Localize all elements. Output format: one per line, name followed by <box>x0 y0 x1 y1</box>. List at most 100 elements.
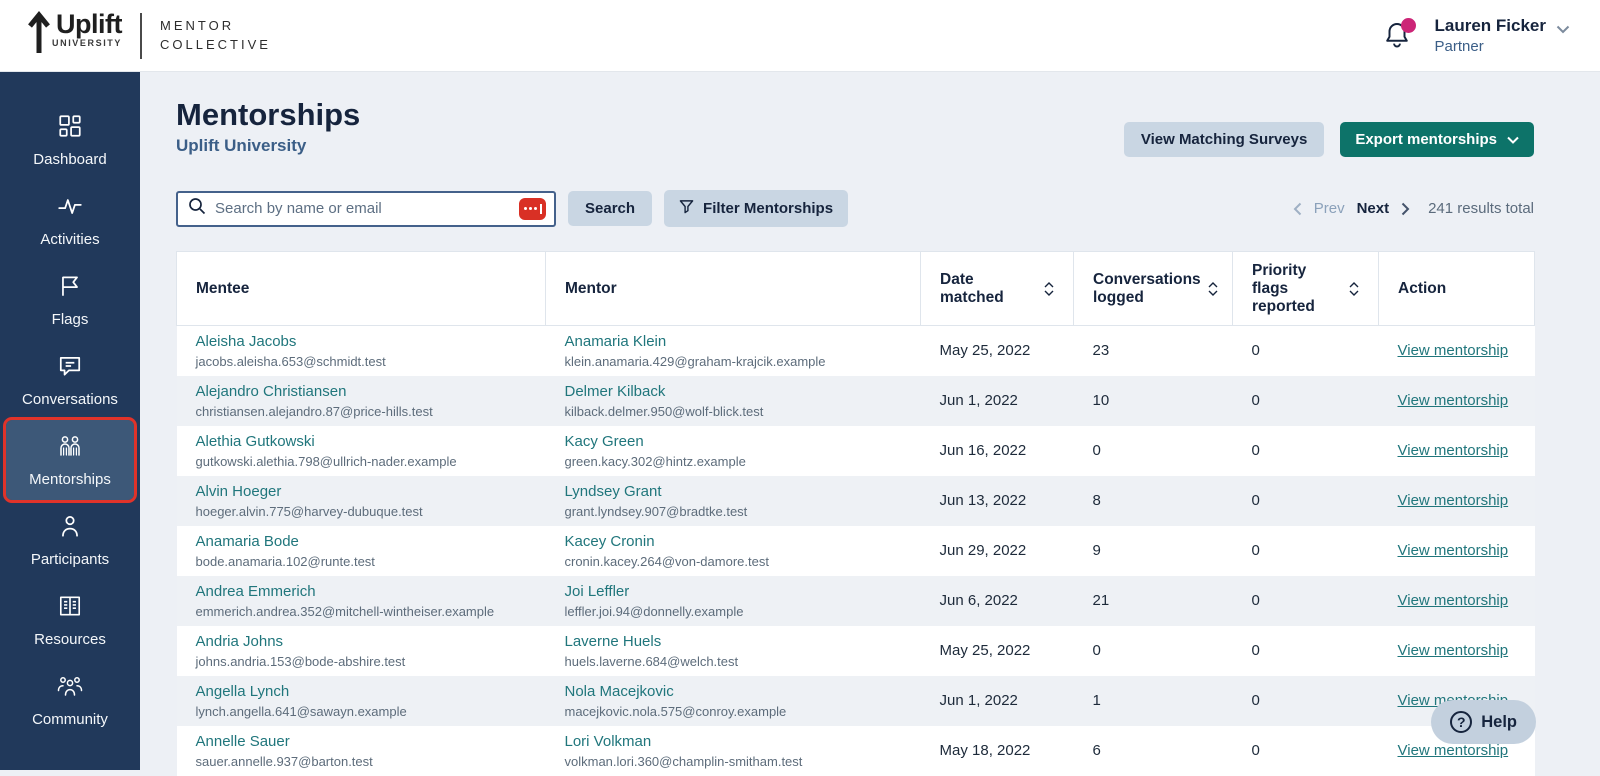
mentor-email: macejkovic.nola.575@conroy.example <box>565 703 902 721</box>
mentor-name-link[interactable]: Lyndsey Grant <box>565 482 902 502</box>
column-header-conversations-logged[interactable]: Conversations logged <box>1074 252 1233 326</box>
view-mentorship-link[interactable]: View mentorship <box>1398 542 1509 559</box>
mentee-name-link[interactable]: Alethia Gutkowski <box>196 432 527 452</box>
mentee-name-link[interactable]: Andria Johns <box>196 632 527 652</box>
date-matched-value: Jun 13, 2022 <box>940 492 1027 509</box>
mentee-cell: Andria Johns johns.andria.153@bode-abshi… <box>177 626 546 676</box>
mentor-name-link[interactable]: Delmer Kilback <box>565 382 902 402</box>
mentorships-table: MenteeMentorDate matchedConversations lo… <box>176 251 1535 776</box>
mentor-name-link[interactable]: Joi Leffler <box>565 582 902 602</box>
mentee-email: sauer.annelle.937@barton.test <box>196 753 527 771</box>
action-cell: View mentorship <box>1379 376 1535 426</box>
priority-flags-cell: 0 <box>1233 476 1379 526</box>
mentor-name-link[interactable]: Kacy Green <box>565 432 902 452</box>
column-label: Priority flags reported <box>1252 262 1342 316</box>
page-title: Mentorships <box>176 96 360 134</box>
page-subtitle: Uplift University <box>176 134 360 158</box>
mentor-email: grant.lyndsey.907@bradtke.test <box>565 503 902 521</box>
mentee-name-link[interactable]: Anamaria Bode <box>196 532 527 552</box>
sort-icon[interactable] <box>1349 282 1359 296</box>
chevron-left-icon[interactable] <box>1293 202 1302 216</box>
date-matched-value: Jun 1, 2022 <box>940 392 1018 409</box>
date-matched-cell: May 18, 2022 <box>921 726 1074 776</box>
next-page-button[interactable]: Next <box>1357 200 1390 217</box>
column-header-date-matched[interactable]: Date matched <box>921 252 1074 326</box>
table-header-row: MenteeMentorDate matchedConversations lo… <box>177 252 1535 326</box>
help-button[interactable]: Help <box>1431 700 1536 744</box>
sidebar-item-flags[interactable]: Flags <box>0 260 140 340</box>
view-mentorship-link[interactable]: View mentorship <box>1398 742 1509 759</box>
mentee-email: bode.anamaria.102@runte.test <box>196 553 527 571</box>
filter-mentorships-button[interactable]: Filter Mentorships <box>664 190 848 227</box>
sidebar-item-activities[interactable]: Activities <box>0 180 140 260</box>
date-matched-value: May 25, 2022 <box>940 642 1031 659</box>
mentor-cell: Lyndsey Grant grant.lyndsey.907@bradtke.… <box>546 476 921 526</box>
chevron-right-icon[interactable] <box>1401 202 1410 216</box>
action-cell: View mentorship <box>1379 476 1535 526</box>
search-input[interactable] <box>215 200 510 217</box>
mentee-name-link[interactable]: Alvin Hoeger <box>196 482 527 502</box>
user-menu[interactable]: Lauren Ficker Partner <box>1435 15 1571 57</box>
mentor-email: klein.anamaria.429@graham-krajcik.exampl… <box>565 353 902 371</box>
sidebar-item-dashboard[interactable]: Dashboard <box>0 100 140 180</box>
conversations-cell: 23 <box>1074 326 1233 377</box>
view-mentorship-link[interactable]: View mentorship <box>1398 592 1509 609</box>
mentee-name-link[interactable]: Alejandro Christiansen <box>196 382 527 402</box>
mentee-name-link[interactable]: Angella Lynch <box>196 682 527 702</box>
priority-flags-value: 0 <box>1252 642 1260 659</box>
export-mentorships-button[interactable]: Export mentorships <box>1340 122 1534 157</box>
table-row: Annelle Sauer sauer.annelle.937@barton.t… <box>177 726 1535 776</box>
sort-icon[interactable] <box>1044 282 1054 296</box>
conversations-cell: 1 <box>1074 676 1233 726</box>
view-mentorship-link[interactable]: View mentorship <box>1398 642 1509 659</box>
conversations-value: 21 <box>1093 592 1110 609</box>
view-mentorship-link[interactable]: View mentorship <box>1398 342 1509 359</box>
mentee-name-link[interactable]: Annelle Sauer <box>196 732 527 752</box>
mentorships-people-icon <box>56 433 84 464</box>
date-matched-value: Jun 1, 2022 <box>940 692 1018 709</box>
mentee-email: christiansen.alejandro.87@price-hills.te… <box>196 403 527 421</box>
view-mentorship-link[interactable]: View mentorship <box>1398 492 1509 509</box>
sidebar-item-resources[interactable]: Resources <box>0 580 140 660</box>
mentee-cell: Aleisha Jacobs jacobs.aleisha.653@schmid… <box>177 326 546 377</box>
mentee-name-link[interactable]: Andrea Emmerich <box>196 582 527 602</box>
sidebar-item-conversations[interactable]: Conversations <box>0 340 140 420</box>
action-cell: View mentorship <box>1379 426 1535 476</box>
priority-flags-value: 0 <box>1252 742 1260 759</box>
view-mentorship-link[interactable]: View mentorship <box>1398 442 1509 459</box>
mentee-cell: Annelle Sauer sauer.annelle.937@barton.t… <box>177 726 546 776</box>
priority-flags-cell: 0 <box>1233 326 1379 377</box>
mentor-name-link[interactable]: Kacey Cronin <box>565 532 902 552</box>
mentee-email: jacobs.aleisha.653@schmidt.test <box>196 353 527 371</box>
conversations-cell: 21 <box>1074 576 1233 626</box>
sidebar-item-community[interactable]: Community <box>0 660 140 740</box>
notifications-bell-icon[interactable] <box>1383 20 1413 52</box>
mentee-name-link[interactable]: Aleisha Jacobs <box>196 332 527 352</box>
view-matching-surveys-button[interactable]: View Matching Surveys <box>1124 122 1324 157</box>
action-cell: View mentorship <box>1379 626 1535 676</box>
prev-page-button[interactable]: Prev <box>1314 200 1345 217</box>
sidebar-item-participants[interactable]: Participants <box>0 500 140 580</box>
action-cell: View mentorship <box>1379 576 1535 626</box>
table-row: Andria Johns johns.andria.153@bode-abshi… <box>177 626 1535 676</box>
column-header-priority-flags-reported[interactable]: Priority flags reported <box>1233 252 1379 326</box>
mentor-name-link[interactable]: Nola Macejkovic <box>565 682 902 702</box>
mentor-name-link[interactable]: Laverne Huels <box>565 632 902 652</box>
date-matched-cell: Jun 13, 2022 <box>921 476 1074 526</box>
view-mentorship-link[interactable]: View mentorship <box>1398 392 1509 409</box>
search-button[interactable]: Search <box>568 191 652 226</box>
mentor-collective-logo: MENTOR COLLECTIVE <box>160 17 271 55</box>
person-icon <box>57 513 83 544</box>
mentor-cell: Nola Macejkovic macejkovic.nola.575@conr… <box>546 676 921 726</box>
autofill-extension-icon[interactable] <box>519 198 546 220</box>
sort-icon[interactable] <box>1208 282 1218 296</box>
mentor-name-link[interactable]: Lori Volkman <box>565 732 902 752</box>
priority-flags-cell: 0 <box>1233 676 1379 726</box>
conversations-cell: 0 <box>1074 626 1233 676</box>
mentor-name-link[interactable]: Anamaria Klein <box>565 332 902 352</box>
column-header-action: Action <box>1379 252 1535 326</box>
priority-flags-cell: 0 <box>1233 526 1379 576</box>
date-matched-cell: May 25, 2022 <box>921 626 1074 676</box>
user-name: Lauren Ficker <box>1435 15 1547 37</box>
sidebar-item-mentorships[interactable]: Mentorships <box>6 420 134 500</box>
